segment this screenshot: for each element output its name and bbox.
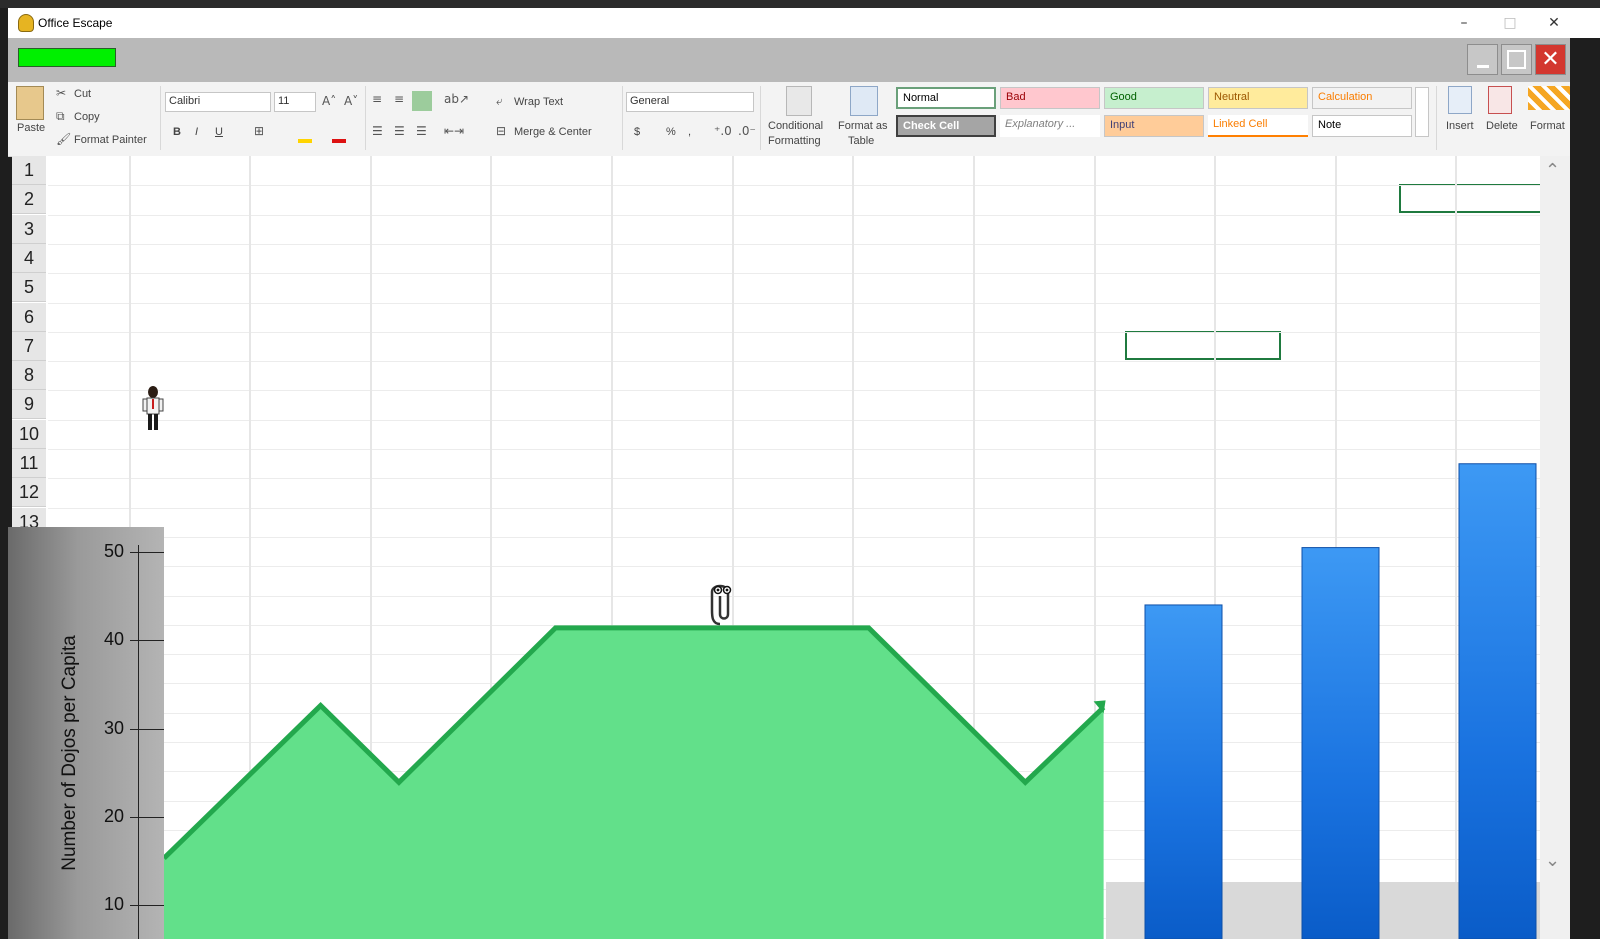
y-tick-label: 10 xyxy=(103,894,124,914)
y-axis-line xyxy=(138,545,139,939)
bar-3 xyxy=(1458,463,1537,939)
bar-1 xyxy=(1144,604,1223,939)
y-tick-label: 30 xyxy=(103,717,124,738)
y-tick-label: 20 xyxy=(103,805,124,826)
y-tick-label: 50 xyxy=(103,541,124,561)
y-tick-mark xyxy=(130,816,164,818)
y-axis-label: Number of Dojos per Capita xyxy=(59,635,80,871)
y-tick-label: 40 xyxy=(103,629,124,650)
paperclip-enemy-sprite xyxy=(710,584,732,626)
bar-2 xyxy=(1301,547,1380,939)
chart-y-axis-panel: Number of Dojos per Capita 50 40 30 20 10 xyxy=(8,527,164,939)
y-tick-mark xyxy=(130,728,164,730)
y-tick-mark xyxy=(130,640,164,642)
y-tick-mark xyxy=(130,552,164,553)
chart-plot xyxy=(162,463,1540,939)
area-series-fill xyxy=(164,627,1104,939)
player-sprite xyxy=(142,386,164,430)
y-tick-mark xyxy=(130,905,164,906)
